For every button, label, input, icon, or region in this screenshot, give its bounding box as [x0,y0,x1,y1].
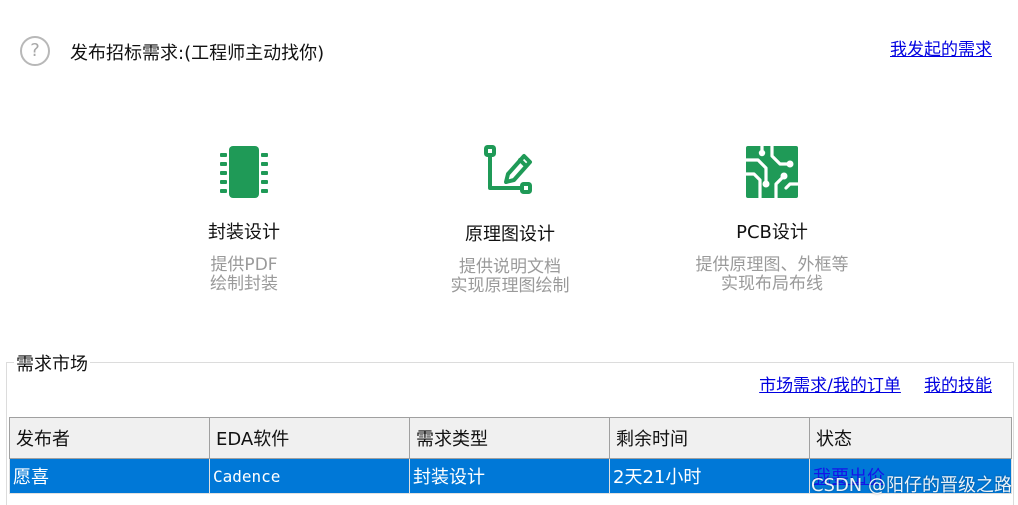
page: ? 发布招标需求:(工程师主动找你) 我发起的需求 封装设计 提供PDF 绘制封… [0,0,1018,505]
table-row[interactable]: 愿喜 Cadence 封装设计 2天21小时 我要出价 [9,458,1012,494]
service-card-package[interactable]: 封装设计 提供PDF 绘制封装 [124,140,364,294]
market-group-title: 需求市场 [14,350,90,376]
column-header-eda[interactable]: EDA软件 [209,417,410,459]
service-name: 封装设计 [208,222,280,243]
service-card-pcb[interactable]: PCB设计 提供原理图、外框等 实现布局布线 [652,140,892,294]
cell-publisher: 愿喜 [9,458,210,494]
chip-icon [212,140,276,204]
service-description: 提供原理图、外框等 实现布局布线 [695,255,849,294]
column-header-status[interactable]: 状态 [809,417,1012,459]
page-title: 发布招标需求:(工程师主动找你) [70,43,325,64]
cell-remaining: 2天21小时 [609,458,810,494]
bid-link[interactable]: 我要出价 [813,467,885,488]
service-description: 提供PDF 绘制封装 [210,255,278,294]
service-name: PCB设计 [736,222,808,243]
column-header-publisher[interactable]: 发布者 [9,417,210,459]
cell-eda: Cadence [209,458,410,494]
market-table: 发布者 EDA软件 需求类型 剩余时间 状态 愿喜 Cadence 封装设计 2… [9,417,1012,494]
column-header-type[interactable]: 需求类型 [409,417,610,459]
pcb-circuit-icon [740,140,804,204]
service-card-schematic[interactable]: 原理图设计 提供说明文档 实现原理图绘制 [390,142,630,296]
service-name: 原理图设计 [465,224,555,245]
question-circle-icon[interactable]: ? [20,36,50,66]
market-orders-link[interactable]: 市场需求/我的订单 [759,376,901,396]
market-links: 市场需求/我的订单 我的技能 [741,371,992,396]
cell-type: 封装设计 [409,458,610,494]
cell-status: 我要出价 [809,458,1012,494]
my-skills-link[interactable]: 我的技能 [924,376,992,396]
service-description: 提供说明文档 实现原理图绘制 [450,257,570,296]
column-header-remaining[interactable]: 剩余时间 [609,417,810,459]
schematic-pen-icon [478,142,542,206]
table-header-row: 发布者 EDA软件 需求类型 剩余时间 状态 [9,417,1012,459]
my-requests-link[interactable]: 我发起的需求 [890,35,992,60]
